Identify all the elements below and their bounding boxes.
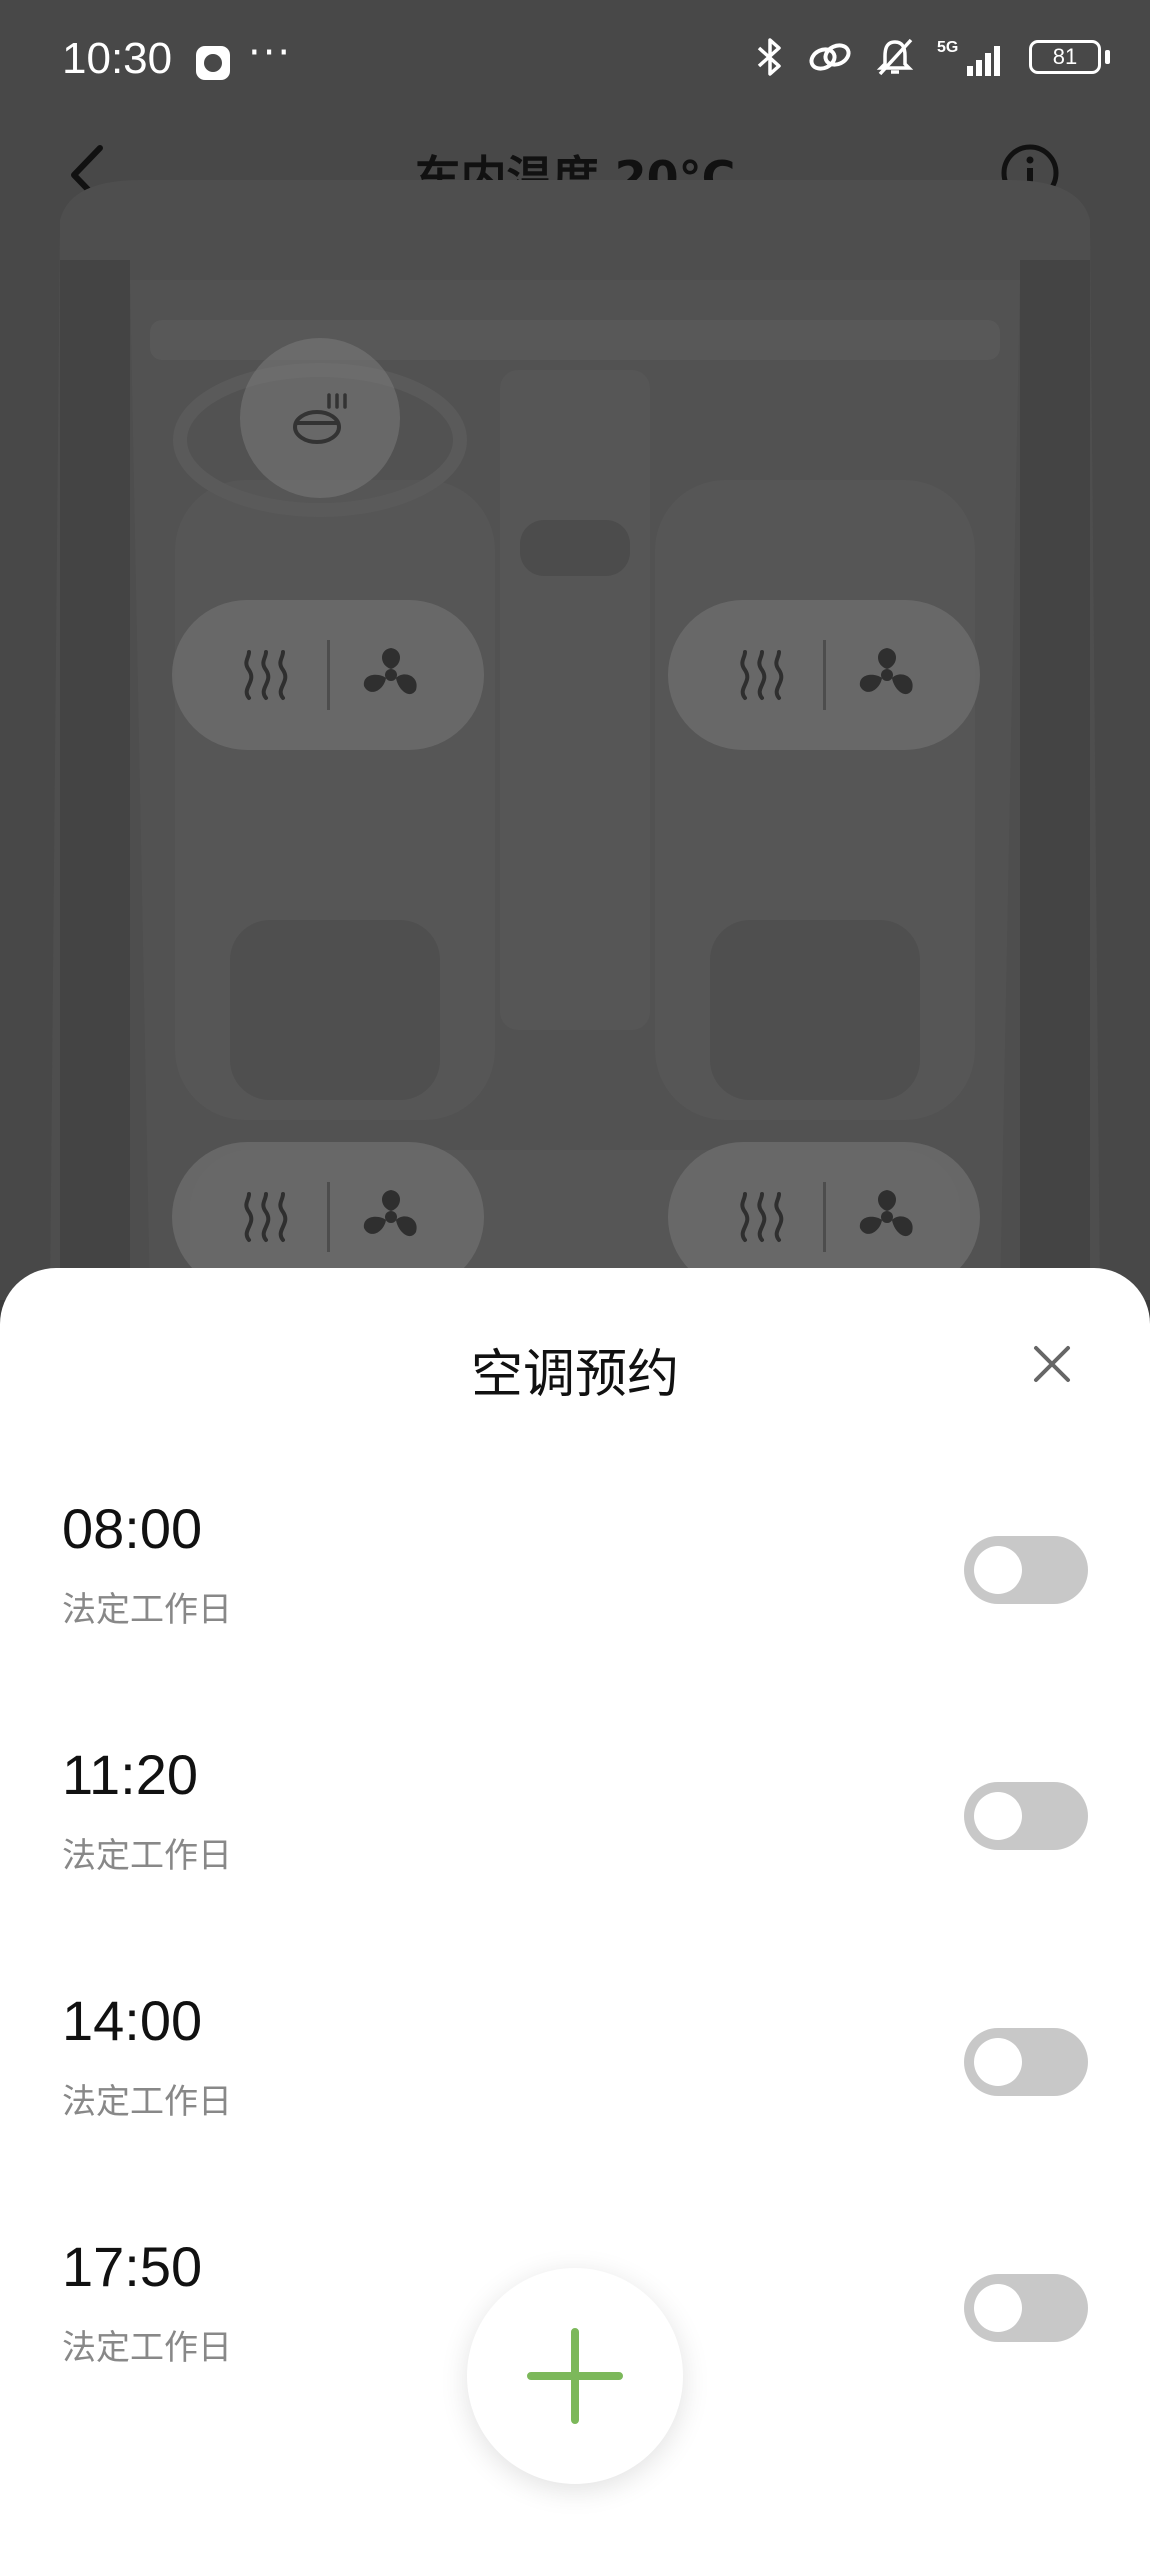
schedule-toggle[interactable] (964, 2028, 1088, 2096)
schedule-repeat: 法定工作日 (62, 1836, 232, 1876)
toggle-knob (974, 1546, 1022, 1594)
seat-fan-icon[interactable] (852, 1182, 922, 1252)
status-bar: 10:30 ··· 5G 81 (0, 0, 1150, 110)
toggle-knob (974, 2038, 1022, 2086)
schedule-repeat: 法定工作日 (62, 1590, 232, 1630)
toggle-knob (974, 2284, 1022, 2332)
seat-heat-icon[interactable] (231, 1182, 301, 1252)
car-interior-image (0, 140, 1150, 1300)
seat-fan-icon[interactable] (356, 640, 426, 710)
seat-fan-icon[interactable] (852, 640, 922, 710)
seat-heat-icon[interactable] (727, 640, 797, 710)
add-schedule-button[interactable] (467, 2268, 683, 2484)
schedule-time: 11:20 (62, 1743, 198, 1806)
steering-wheel-heat-icon (293, 393, 347, 444)
close-icon[interactable] (1030, 1342, 1074, 1386)
schedule-repeat: 法定工作日 (62, 2082, 232, 2122)
schedule-item[interactable]: 14:00 法定工作日 (0, 1988, 1150, 2234)
schedule-time: 08:00 (62, 1497, 203, 1560)
status-icons: 5G 81 (755, 36, 1110, 78)
schedule-repeat: 法定工作日 (62, 2328, 232, 2368)
battery-icon: 81 (1029, 40, 1101, 74)
seat-heat-icon[interactable] (231, 640, 301, 710)
plus-icon (527, 2328, 623, 2424)
status-more: ··· (248, 30, 293, 76)
schedule-time: 17:50 (62, 2235, 203, 2298)
schedule-toggle[interactable] (964, 1536, 1088, 1604)
front-right-seat-controls (668, 600, 980, 750)
mute-bell-icon (876, 38, 914, 76)
schedule-toggle[interactable] (964, 2274, 1088, 2342)
divider (326, 1182, 330, 1252)
backdrop: 10:30 ··· 5G 81 车内温度 20°C (0, 0, 1150, 1300)
schedule-toggle[interactable] (964, 1782, 1088, 1850)
steering-wheel-heat-button[interactable] (240, 338, 400, 498)
bluetooth-icon (757, 38, 781, 76)
seat-fan-icon[interactable] (356, 1182, 426, 1252)
schedule-time: 14:00 (62, 1989, 203, 2052)
ac-schedule-sheet: 空调预约 08:00 法定工作日 11:20 法定工作日 14:00 法定工作日… (0, 1268, 1150, 2556)
car-silhouette (50, 180, 1100, 1300)
status-time: 10:30 (62, 34, 173, 83)
schedule-item[interactable]: 11:20 法定工作日 (0, 1742, 1150, 1988)
link-icon (809, 43, 851, 71)
battery-level: 81 (1052, 44, 1078, 69)
sheet-title: 空调预约 (470, 1345, 679, 1405)
divider (822, 1182, 826, 1252)
svg-text:5G: 5G (937, 39, 958, 56)
toggle-knob (974, 1792, 1022, 1840)
signal-5g-icon: 5G (937, 39, 1000, 76)
notification-app-icon (196, 46, 230, 80)
divider (822, 640, 826, 710)
divider (326, 640, 330, 710)
front-left-seat-controls (172, 600, 484, 750)
battery-cap (1105, 50, 1110, 64)
schedule-item[interactable]: 08:00 法定工作日 (0, 1496, 1150, 1742)
seat-heat-icon[interactable] (727, 1182, 797, 1252)
